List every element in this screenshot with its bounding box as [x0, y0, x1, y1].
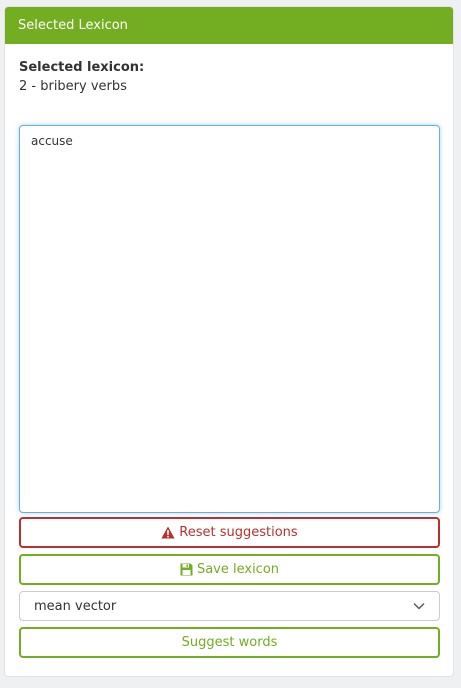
method-select[interactable]: mean vector	[19, 591, 440, 621]
suggest-words-label: Suggest words	[181, 635, 278, 650]
save-lexicon-button[interactable]: Save lexicon	[19, 554, 440, 585]
selected-lexicon-label: Selected lexicon:	[19, 60, 145, 75]
reset-suggestions-button[interactable]: Reset suggestions	[19, 517, 440, 548]
chevron-down-icon	[413, 602, 425, 610]
selected-lexicon-value: 2 - bribery verbs	[19, 79, 127, 94]
method-select-value: mean vector	[34, 598, 117, 614]
selected-lexicon-panel: Selected Lexicon Selected lexicon: 2 - b…	[4, 6, 454, 677]
lexicon-words-textarea[interactable]: accuse	[19, 125, 440, 513]
warning-icon	[161, 526, 175, 539]
save-lexicon-label: Save lexicon	[196, 562, 280, 577]
reset-suggestions-label: Reset suggestions	[179, 525, 298, 540]
suggest-words-button[interactable]: Suggest words	[19, 627, 440, 658]
floppy-disk-icon	[180, 563, 193, 576]
panel-heading: Selected Lexicon	[5, 7, 453, 44]
